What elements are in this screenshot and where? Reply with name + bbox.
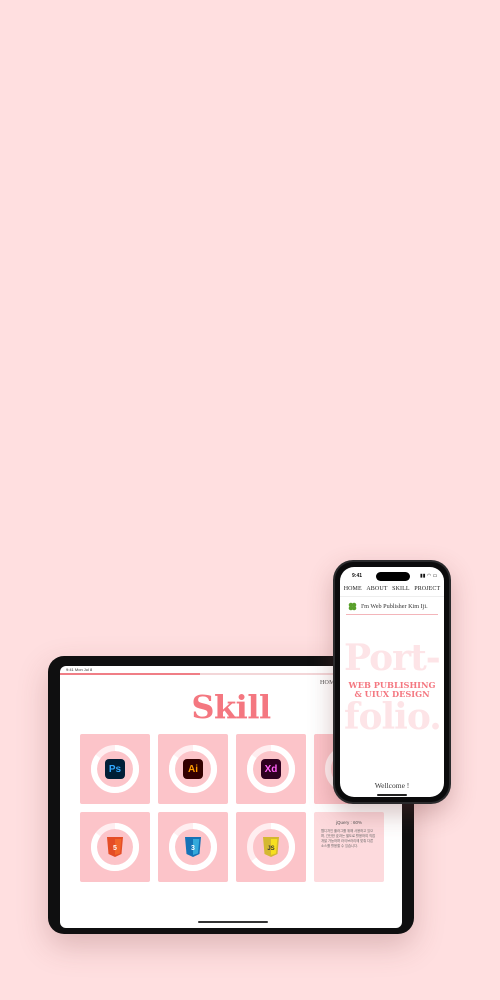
nav-project[interactable]: PROJECT: [414, 586, 440, 592]
ps-icon: Ps: [105, 759, 125, 779]
nav-about[interactable]: ABOUT: [366, 586, 387, 592]
status-icons: ▮▮ ◠ ▭: [420, 573, 438, 579]
hero-word-folio: folio.: [344, 696, 442, 738]
home-indicator: [198, 921, 268, 923]
skill-card-js[interactable]: JS: [236, 812, 306, 882]
phone-home-indicator: [377, 794, 407, 796]
xd-icon: Xd: [261, 759, 281, 779]
nav-home[interactable]: HOME: [344, 586, 362, 592]
detail-title: jQuery : 60%: [335, 820, 362, 825]
welcome-text: Wellcome !: [374, 781, 410, 790]
svg-text:JS: JS: [267, 846, 274, 852]
intro-underline: [346, 614, 438, 615]
hero-word-port: Port-: [344, 637, 441, 679]
intro-line: I'm Web Publisher Kim Iji.: [348, 602, 428, 611]
dynamic-island: [376, 572, 410, 581]
intro-text: I'm Web Publisher Kim Iji.: [361, 603, 428, 610]
nav-skill[interactable]: SKILL: [392, 586, 410, 592]
html5-icon: 5: [107, 837, 123, 857]
skill-card-css3[interactable]: 3: [158, 812, 228, 882]
js-icon: JS: [263, 837, 279, 857]
detail-text: 웹디자인 플러그를 위해 사용하고 있으며, 간단한 효과는 별도로 활용하여 …: [321, 829, 376, 848]
skill-card-illustrator[interactable]: Ai: [158, 734, 228, 804]
phone-nav: HOME ABOUT SKILL PROJECT: [340, 586, 444, 592]
nav-divider: [340, 596, 444, 597]
tablet-status-bar: 9:41 Mon Jul 8: [66, 667, 93, 672]
ai-icon: Ai: [183, 759, 203, 779]
phone-frame: 9:41 ▮▮ ◠ ▭ HOME ABOUT SKILL PROJECT I'm…: [335, 562, 449, 802]
svg-text:3: 3: [191, 845, 195, 852]
phone-screen: 9:41 ▮▮ ◠ ▭ HOME ABOUT SKILL PROJECT I'm…: [340, 567, 444, 797]
skill-card-xd[interactable]: Xd: [236, 734, 306, 804]
phone-device: 9:41 ▮▮ ◠ ▭ HOME ABOUT SKILL PROJECT I'm…: [333, 560, 451, 804]
scroll-progress-fill: [60, 673, 201, 675]
skill-detail-card: jQuery : 60% 웹디자인 플러그를 위해 사용하고 있으며, 간단한 …: [314, 812, 384, 882]
css3-icon: 3: [185, 837, 201, 857]
svg-text:5: 5: [113, 845, 117, 852]
clover-icon: [348, 602, 357, 611]
skill-card-html5[interactable]: 5: [80, 812, 150, 882]
status-time: 9:41: [352, 573, 363, 579]
skill-card-photoshop[interactable]: Ps: [80, 734, 150, 804]
hero-subtitle-2: & UIUX DESIGN: [354, 689, 430, 699]
